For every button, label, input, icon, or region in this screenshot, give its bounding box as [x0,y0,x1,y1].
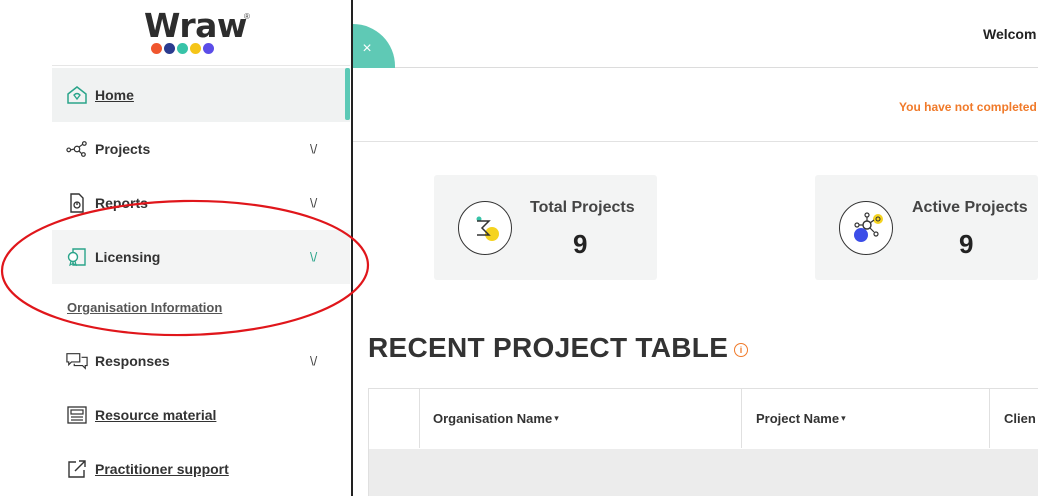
active-projects-card: Active Projects 9 [815,175,1038,280]
home-icon [66,84,88,106]
chevron-down-icon[interactable]: \/ [310,250,317,265]
sort-caret-icon: ▾ [554,413,559,423]
sidebar-item-resource-material[interactable]: Resource material [52,388,350,442]
column-label: Clien [1004,411,1036,426]
logo-dot [190,43,201,54]
table-header-organisation-name[interactable]: Organisation Name ▾ [420,389,742,448]
column-label: Organisation Name [433,411,553,426]
welcome-text: Welcom [983,26,1037,42]
total-projects-card: Total Projects 9 [434,175,657,280]
active-indicator [345,68,350,120]
network-icon [66,138,88,160]
card-value: 9 [573,229,588,259]
logo-dot [177,43,188,54]
sidebar-item-label: Home [95,87,134,103]
table-header-select [369,389,420,448]
logo-dot [203,43,214,54]
sidebar-item-licensing[interactable]: Licensing \/ [52,230,350,284]
sidebar-item-projects[interactable]: Projects \/ [52,122,350,176]
card-title: Total Projects [530,199,635,216]
sidebar-item-label: Projects [95,141,151,157]
book-icon [66,404,88,426]
section-title: RECENT PROJECT TABLE [368,332,729,363]
wraw-logo[interactable]: Wraw [144,6,247,45]
license-icon [66,246,88,268]
info-icon[interactable]: i [734,343,748,357]
top-bar [353,0,1038,68]
report-icon [66,192,88,214]
sidebar-item-practitioner-support[interactable]: Practitioner support [52,442,350,496]
card-value: 9 [959,229,974,259]
logo-area: Wraw ® [52,0,350,66]
recent-projects-table: Organisation Name ▾ Project Name ▾ Clien [368,388,1038,496]
column-label: Project Name [756,411,840,426]
sidebar-subitem-organisation-information[interactable]: Organisation Information [67,300,222,315]
external-link-icon [66,458,88,480]
sidebar-item-responses[interactable]: Responses \/ [52,334,350,388]
table-header-client[interactable]: Clien [990,389,1038,448]
sidebar-item-label: Reports [95,195,148,211]
registered-mark: ® [244,12,250,21]
sidebar: Wraw ® Home Projects \/ Reports \/ Licen… [0,0,352,496]
close-icon: × [362,40,372,57]
sidebar-item-label: Resource material [95,407,217,423]
logo-dot [151,43,162,54]
chevron-down-icon[interactable]: \/ [310,354,317,369]
incomplete-notice[interactable]: You have not completed [899,100,1037,114]
chevron-down-icon[interactable]: \/ [310,142,317,157]
sidebar-item-label: Licensing [95,249,161,265]
table-row[interactable] [369,449,1038,496]
info-glyph: i [739,345,743,355]
card-title: Active Projects [912,199,1028,216]
logo-dots [151,43,214,54]
sidebar-item-label: Responses [95,353,170,369]
sidebar-item-reports[interactable]: Reports \/ [52,176,350,230]
chevron-down-icon[interactable]: \/ [310,196,317,211]
table-header-project-name[interactable]: Project Name ▾ [742,389,990,448]
chat-icon [66,350,88,372]
sum-icon [458,201,512,255]
sidebar-item-home[interactable]: Home [52,68,350,122]
sort-caret-icon: ▾ [841,413,846,423]
sidebar-item-label: Practitioner support [95,461,229,477]
logo-dot [164,43,175,54]
active-network-icon [839,201,893,255]
